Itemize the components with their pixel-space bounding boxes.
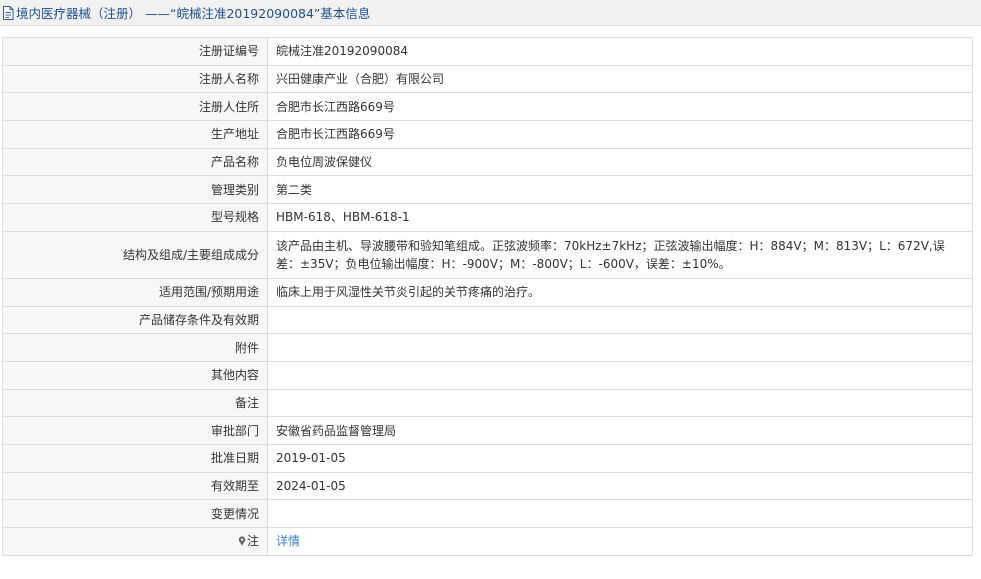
document-icon	[3, 5, 14, 20]
table-row: 附件	[2, 333, 973, 362]
row-label: 产品储存条件及有效期	[2, 305, 268, 335]
row-value: 第二类	[267, 175, 973, 205]
row-label: 审批部门	[2, 416, 268, 445]
table-row: 产品名称 负电位周波保健仪	[2, 147, 973, 177]
row-value: 合肥市长江西路669号	[267, 120, 973, 149]
row-value	[267, 360, 973, 390]
table-row: 注 详情	[2, 527, 973, 556]
row-label: 注册人名称	[2, 64, 268, 94]
row-label: 变更情况	[2, 499, 268, 528]
row-label: 型号规格	[2, 203, 268, 232]
row-label: 其他内容	[2, 360, 268, 390]
row-value	[267, 305, 973, 335]
table-row: 产品储存条件及有效期	[2, 305, 973, 335]
row-label: 生产地址	[2, 120, 268, 149]
table-row: 适用范围/预期用途 临床上用于风湿性关节炎引起的关节疼痛的治疗。	[2, 277, 973, 307]
row-label: 注册人住所	[2, 92, 268, 122]
pin-icon	[238, 536, 246, 547]
row-value: 安徽省药品监督管理局	[267, 416, 973, 445]
details-link[interactable]: 详情	[276, 534, 300, 548]
row-value: HBM-618、HBM-618-1	[267, 203, 973, 232]
row-value: 皖械注准20192090084	[267, 37, 973, 66]
table-row: 管理类别 第二类	[2, 175, 973, 205]
row-label: 注	[246, 534, 259, 549]
row-label: 管理类别	[2, 175, 268, 205]
row-value: 合肥市长江西路669号	[267, 92, 973, 122]
row-label: 注册证编号	[2, 37, 268, 66]
table-row: 审批部门 安徽省药品监督管理局	[2, 416, 973, 445]
table-row: 注册人名称 兴田健康产业（合肥）有限公司	[2, 64, 973, 94]
row-label: 产品名称	[2, 147, 268, 177]
row-value: 该产品由主机、导波腰带和验知笔组成。正弦波频率：70kHz±7kHz；正弦波输出…	[267, 230, 973, 279]
table-row: 有效期至 2024-01-05	[2, 471, 973, 501]
row-value: 临床上用于风湿性关节炎引起的关节疼痛的治疗。	[267, 277, 973, 307]
table-row: 变更情况	[2, 499, 973, 528]
details-link-cell: 详情	[267, 527, 973, 556]
table-row: 注册证编号 皖械注准20192090084	[2, 37, 973, 66]
row-value: 兴田健康产业（合肥）有限公司	[267, 64, 973, 94]
table-row: 结构及组成/主要组成成分 该产品由主机、导波腰带和验知笔组成。正弦波频率：70k…	[2, 230, 973, 279]
row-label: 有效期至	[2, 471, 268, 501]
row-label: 批准日期	[2, 443, 268, 473]
row-value	[267, 388, 973, 418]
table-row: 其他内容	[2, 360, 973, 390]
table-row: 备注	[2, 388, 973, 418]
row-label: 适用范围/预期用途	[2, 277, 268, 307]
table-row: 批准日期 2019-01-05	[2, 443, 973, 473]
note-label-cell: 注	[2, 527, 268, 556]
info-table: 注册证编号 皖械注准20192090084 注册人名称 兴田健康产业（合肥）有限…	[2, 37, 973, 556]
row-label: 附件	[2, 333, 268, 362]
table-row: 型号规格 HBM-618、HBM-618-1	[2, 203, 973, 232]
row-value	[267, 333, 973, 362]
table-row: 生产地址 合肥市长江西路669号	[2, 120, 973, 149]
row-value: 2019-01-05	[267, 443, 973, 473]
row-label: 备注	[2, 388, 268, 418]
row-value	[267, 499, 973, 528]
page-title: 境内医疗器械（注册） ——“皖械注准20192090084”基本信息	[16, 6, 371, 21]
page-header: 境内医疗器械（注册） ——“皖械注准20192090084”基本信息	[0, 0, 981, 26]
row-label: 结构及组成/主要组成成分	[2, 230, 268, 279]
row-value: 2024-01-05	[267, 471, 973, 501]
row-value: 负电位周波保健仪	[267, 147, 973, 177]
table-row: 注册人住所 合肥市长江西路669号	[2, 92, 973, 122]
